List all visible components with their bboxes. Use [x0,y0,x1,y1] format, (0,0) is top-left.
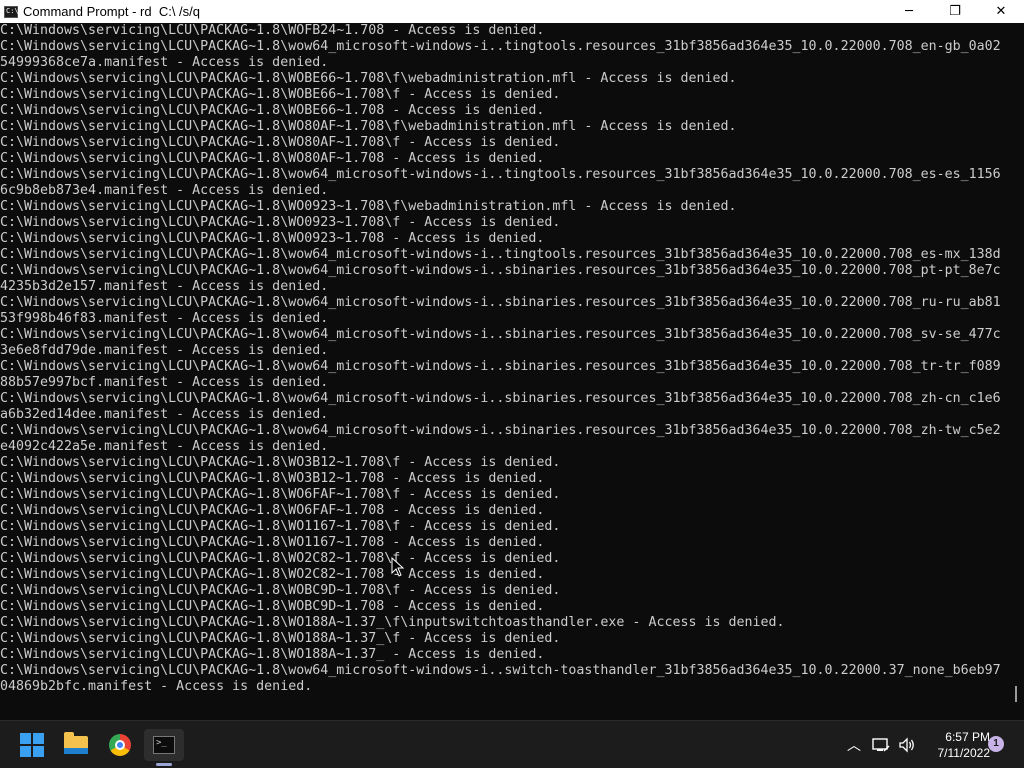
notification-badge[interactable]: 1 [988,736,1004,752]
console-line: C:\Windows\servicing\LCU\PACKAG~1.8\wow6… [0,295,1001,310]
chrome-button[interactable] [100,729,140,761]
terminal-icon [153,736,175,754]
volume-icon [899,737,914,753]
windows-logo-icon [20,733,44,757]
console-line: C:\Windows\servicing\LCU\PACKAG~1.8\WO3B… [0,471,545,486]
console-line: C:\Windows\servicing\LCU\PACKAG~1.8\WO2C… [0,551,561,566]
clock-time: 6:57 PM [945,730,990,744]
console-line: 6c9b8eb873e4.manifest - Access is denied… [0,183,329,198]
console-line: 3e6e8fdd79de.manifest - Access is denied… [0,343,329,358]
console-line: C:\Windows\servicing\LCU\PACKAG~1.8\WO18… [0,631,561,646]
console-line: C:\Windows\servicing\LCU\PACKAG~1.8\WO18… [0,615,785,630]
console-line: C:\Windows\servicing\LCU\PACKAG~1.8\WO11… [0,535,545,550]
chrome-icon [109,734,131,756]
active-app-indicator [156,763,172,766]
console-line: C:\Windows\servicing\LCU\PACKAG~1.8\wow6… [0,423,1001,438]
console-line: C:\Windows\servicing\LCU\PACKAG~1.8\WO6F… [0,503,545,518]
console-line: a6b32ed14dee.manifest - Access is denied… [0,407,329,422]
console-line: C:\Windows\servicing\LCU\PACKAG~1.8\WO80… [0,151,545,166]
console-line: C:\Windows\servicing\LCU\PACKAG~1.8\WOBE… [0,103,545,118]
console-line: C:\Windows\servicing\LCU\PACKAG~1.8\WO2C… [0,567,545,582]
cmd-icon [4,5,19,18]
console-line: 4235b3d2e157.manifest - Access is denied… [0,279,329,294]
show-hidden-icons-button[interactable]: ︿ [844,721,864,768]
console-line: C:\Windows\servicing\LCU\PACKAG~1.8\wow6… [0,263,1001,278]
console-line: C:\Windows\servicing\LCU\PACKAG~1.8\WO3B… [0,455,561,470]
clock-date: 7/11/2022 [937,746,991,760]
window-controls: ─ ❐ ✕ [886,0,1024,23]
console-line: C:\Windows\servicing\LCU\PACKAG~1.8\WOBE… [0,71,737,86]
console-line: C:\Windows\servicing\LCU\PACKAG~1.8\WO18… [0,647,545,662]
console-line: C:\Windows\servicing\LCU\PACKAG~1.8\WOFB… [0,23,545,38]
chevron-up-icon: ︿ [847,738,861,754]
console-output[interactable]: C:\Windows\servicing\LCU\PACKAG~1.8\WOFB… [0,23,1010,720]
console-line: C:\Windows\servicing\LCU\PACKAG~1.8\WO09… [0,215,561,230]
network-button[interactable] [870,721,892,768]
volume-button[interactable] [896,721,918,768]
console-line: 54999368ce7a.manifest - Access is denied… [0,55,329,70]
console-line: C:\Windows\servicing\LCU\PACKAG~1.8\wow6… [0,391,1001,406]
console-line: C:\Windows\servicing\LCU\PACKAG~1.8\wow6… [0,167,1001,182]
console-line: C:\Windows\servicing\LCU\PACKAG~1.8\wow6… [0,39,1001,54]
taskbar: ︿ 6:57 PM 7/11/2022 1 [0,720,1024,768]
console-line: C:\Windows\servicing\LCU\PACKAG~1.8\wow6… [0,663,1001,678]
console-line: 88b57e997bcf.manifest - Access is denied… [0,375,329,390]
console-line: C:\Windows\servicing\LCU\PACKAG~1.8\wow6… [0,247,1001,262]
scrollbar-thumb[interactable] [1015,686,1017,702]
network-icon [872,738,890,752]
close-button[interactable]: ✕ [978,0,1024,23]
start-button[interactable] [12,729,52,761]
console-line: C:\Windows\servicing\LCU\PACKAG~1.8\WOBC… [0,583,561,598]
console-line: C:\Windows\servicing\LCU\PACKAG~1.8\WO11… [0,519,561,534]
console-line: C:\Windows\servicing\LCU\PACKAG~1.8\WO6F… [0,487,561,502]
maximize-button[interactable]: ❐ [932,0,978,23]
console-line: C:\Windows\servicing\LCU\PACKAG~1.8\wow6… [0,327,1001,342]
minimize-button[interactable]: ─ [886,0,932,23]
command-prompt-button[interactable] [144,729,184,761]
console-line: C:\Windows\servicing\LCU\PACKAG~1.8\WOBE… [0,87,561,102]
console-line: C:\Windows\servicing\LCU\PACKAG~1.8\WO09… [0,199,737,214]
console-line: 53f998b46f83.manifest - Access is denied… [0,311,329,326]
folder-icon [64,732,88,754]
title-bar[interactable]: Command Prompt - rd C:\ /s/q ─ ❐ ✕ [0,0,1024,23]
file-explorer-button[interactable] [56,729,96,761]
console-line: e4092c422a5e.manifest - Access is denied… [0,439,329,454]
console-line: C:\Windows\servicing\LCU\PACKAG~1.8\WO80… [0,119,737,134]
clock[interactable]: 6:57 PM 7/11/2022 [920,729,991,761]
console-line: C:\Windows\servicing\LCU\PACKAG~1.8\wow6… [0,359,1001,374]
console-line: C:\Windows\servicing\LCU\PACKAG~1.8\WO80… [0,135,561,150]
console-line: C:\Windows\servicing\LCU\PACKAG~1.8\WOBC… [0,599,545,614]
console-line: C:\Windows\servicing\LCU\PACKAG~1.8\WO09… [0,231,545,246]
console-line: 04869b2bfc.manifest - Access is denied. [0,679,313,694]
window-title: Command Prompt - rd C:\ /s/q [23,4,200,19]
